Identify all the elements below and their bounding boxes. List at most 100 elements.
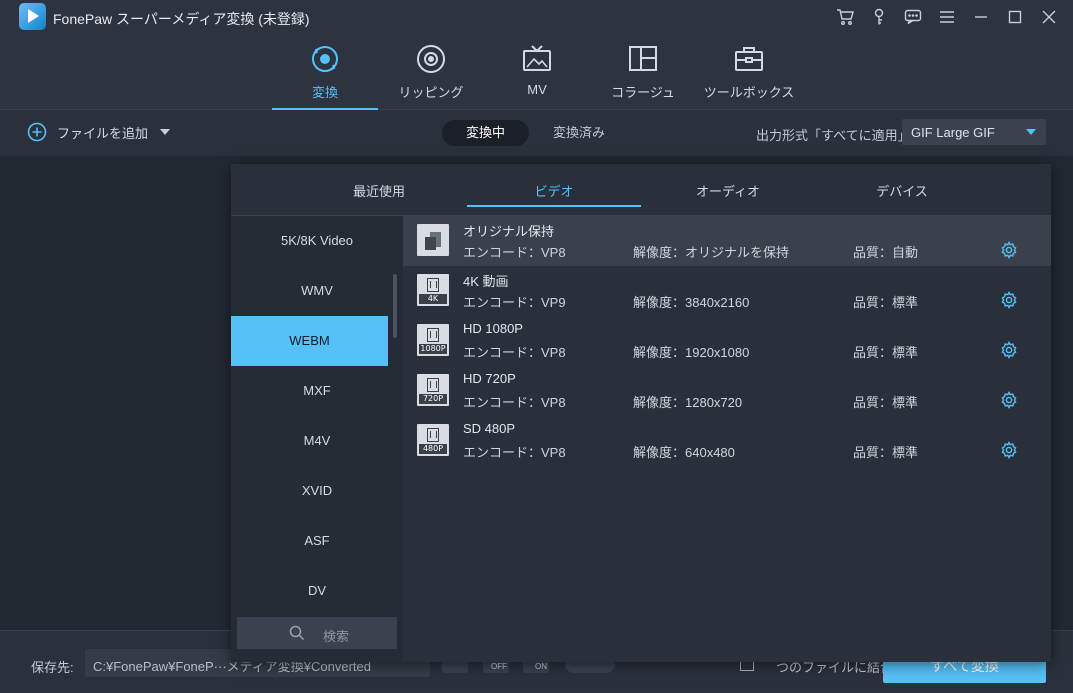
format-name: HD 1080P: [463, 321, 523, 336]
format-tag: 720P: [419, 394, 447, 404]
format-row[interactable]: 1080P HD 1080P エンコード：VP8 解像度：1920x1080 品…: [403, 316, 1051, 366]
add-circle-icon: [27, 122, 47, 142]
format-encode: エンコード：VP9: [463, 295, 566, 310]
gear-icon[interactable]: [1000, 291, 1018, 309]
format-encode: エンコード：VP8: [463, 445, 566, 460]
key-icon[interactable]: [867, 5, 891, 29]
search-placeholder: 検索: [323, 629, 350, 644]
search-icon: [289, 625, 305, 641]
gear-icon[interactable]: [1000, 391, 1018, 409]
format-category-list: 5K/8K Video WMV WEBM MXF M4V XVID ASF DV…: [231, 216, 403, 662]
gear-icon[interactable]: [1000, 341, 1018, 359]
category-5k8k[interactable]: 5K/8K Video: [231, 216, 403, 266]
format-name: HD 720P: [463, 371, 516, 386]
output-format-value: GIF Large GIF: [911, 125, 995, 140]
format-quality: 品質：標準: [853, 345, 919, 360]
format-name: SD 480P: [463, 421, 516, 436]
format-tag: 4K: [419, 294, 447, 304]
film-4k-icon: 4K: [417, 274, 449, 306]
collage-icon: [629, 46, 657, 71]
tab-audio[interactable]: オーディオ: [641, 164, 815, 216]
status-toggle: 変換中 変換済み: [442, 120, 629, 146]
category-scrollbar[interactable]: [393, 274, 397, 338]
format-encode: エンコード：VP8: [463, 245, 566, 260]
format-quality: 品質：標準: [853, 295, 919, 310]
save-location-label: 保存先:: [31, 660, 74, 675]
category-dv[interactable]: DV: [231, 566, 403, 616]
app-window: FonePaw スーパーメディア変換 (未登録) 変換 リッピング MV コラー…: [0, 0, 1073, 693]
format-quality: 品質：自動: [853, 245, 919, 260]
gear-icon[interactable]: [1000, 241, 1018, 259]
converted-tab[interactable]: 変換済み: [529, 120, 629, 146]
gear-icon[interactable]: [1000, 441, 1018, 459]
format-list: オリジナル保持 エンコード：VP8 解像度：オリジナルを保持 品質：自動 4K …: [403, 216, 1051, 662]
minimize-icon[interactable]: [969, 5, 993, 29]
format-row[interactable]: 4K 4K 動画 エンコード：VP9 解像度：3840x2160 品質：標準: [403, 266, 1051, 316]
format-resolution: 解像度：1920x1080: [633, 345, 750, 360]
category-webm[interactable]: WEBM: [231, 316, 388, 366]
add-file-button[interactable]: ファイルを追加: [27, 122, 171, 142]
tab-collage[interactable]: コラージュ: [590, 34, 696, 109]
maximize-icon[interactable]: [1003, 5, 1027, 29]
tab-ripping-label: リッピング: [398, 85, 464, 100]
toolbar: ファイルを追加 変換中 変換済み 出力形式「すべてに適用」: GIF Large…: [0, 110, 1073, 156]
tab-device[interactable]: デバイス: [815, 164, 989, 216]
toolbox-icon: [735, 47, 763, 71]
format-row[interactable]: オリジナル保持 エンコード：VP8 解像度：オリジナルを保持 品質：自動: [403, 216, 1051, 266]
format-resolution: 解像度：1280x720: [633, 395, 743, 410]
category-asf[interactable]: ASF: [231, 516, 403, 566]
tv-icon: [523, 45, 551, 71]
film-480p-icon: 480P: [417, 424, 449, 456]
title-bar: FonePaw スーパーメディア変換 (未登録): [0, 0, 1073, 34]
format-quality: 品質：標準: [853, 445, 919, 460]
main-nav: 変換 リッピング MV コラージュ ツールボックス: [0, 34, 1073, 110]
format-name: オリジナル保持: [463, 224, 555, 239]
menu-icon[interactable]: [935, 5, 959, 29]
format-encode: エンコード：VP8: [463, 345, 566, 360]
disc-icon: [417, 45, 445, 73]
format-encode: エンコード：VP8: [463, 395, 566, 410]
format-row[interactable]: 720P HD 720P エンコード：VP8 解像度：1280x720 品質：標…: [403, 366, 1051, 416]
category-xvid[interactable]: XVID: [231, 466, 403, 516]
format-resolution: 解像度：640x480: [633, 445, 735, 460]
format-tabs: 最近使用 ビデオ オーディオ デバイス: [231, 164, 1051, 216]
close-icon[interactable]: [1037, 5, 1061, 29]
film-1080p-icon: 1080P: [417, 324, 449, 356]
tab-recent[interactable]: 最近使用: [292, 164, 466, 216]
tab-video[interactable]: ビデオ: [467, 164, 641, 216]
category-wmv[interactable]: WMV: [231, 266, 403, 316]
app-title: FonePaw スーパーメディア変換 (未登録): [53, 11, 310, 27]
category-m4v[interactable]: M4V: [231, 416, 403, 466]
chat-icon[interactable]: [901, 5, 925, 29]
convert-icon: [312, 46, 338, 72]
film-720p-icon: 720P: [417, 374, 449, 406]
tab-convert-label: 変換: [311, 85, 338, 100]
window-controls: [833, 5, 1061, 29]
format-popup: 最近使用 ビデオ オーディオ デバイス 5K/8K Video WMV WEBM…: [231, 164, 1051, 662]
format-search-input[interactable]: 検索: [237, 617, 397, 649]
category-mxf[interactable]: MXF: [231, 366, 403, 416]
tab-collage-label: コラージュ: [611, 85, 675, 100]
tab-ripping[interactable]: リッピング: [378, 34, 484, 109]
format-resolution: 解像度：オリジナルを保持: [633, 245, 790, 260]
app-logo-icon: [19, 3, 46, 30]
chevron-down-icon[interactable]: [160, 129, 171, 135]
format-tag: 1080P: [419, 344, 447, 354]
format-row[interactable]: 480P SD 480P エンコード：VP8 解像度：640x480 品質：標準: [403, 416, 1051, 466]
converting-tab[interactable]: 変換中: [442, 120, 530, 146]
output-format-label: 出力形式「すべてに適用」:: [756, 128, 915, 143]
output-format-select[interactable]: GIF Large GIF: [902, 119, 1046, 145]
add-file-label: ファイルを追加: [57, 125, 149, 141]
original-format-icon: [417, 224, 449, 256]
tab-toolbox[interactable]: ツールボックス: [696, 34, 802, 109]
format-resolution: 解像度：3840x2160: [633, 295, 750, 310]
tab-toolbox-label: ツールボックス: [703, 85, 795, 100]
cart-icon[interactable]: [833, 5, 857, 29]
format-tag: 480P: [419, 444, 447, 454]
format-name: 4K 動画: [463, 274, 509, 289]
dropdown-arrow-icon: [1026, 129, 1036, 135]
tab-convert[interactable]: 変換: [272, 34, 378, 110]
tab-mv[interactable]: MV: [484, 34, 590, 109]
format-quality: 品質：標準: [853, 395, 919, 410]
tab-mv-label: MV: [527, 82, 547, 97]
